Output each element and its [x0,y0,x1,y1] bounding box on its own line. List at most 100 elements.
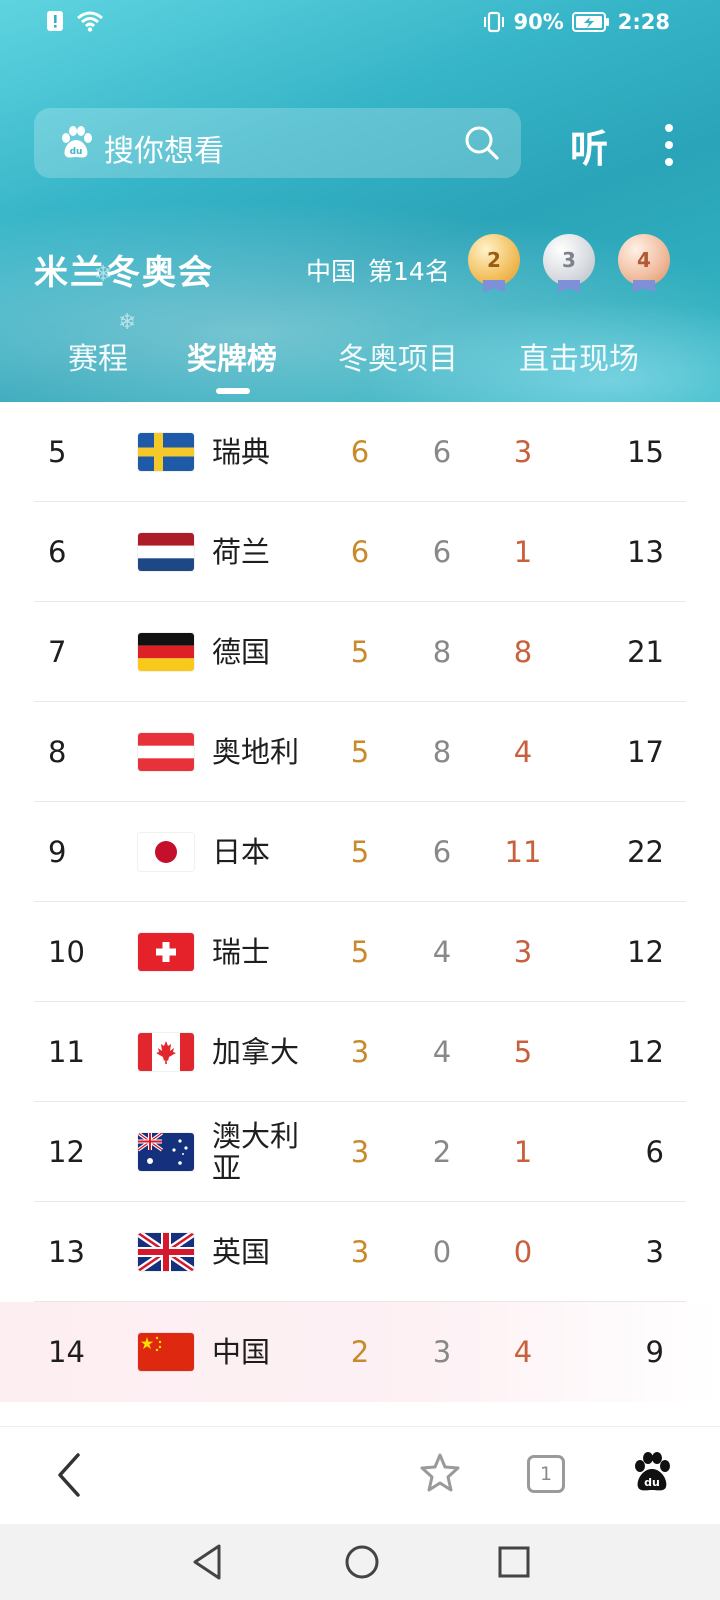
table-row[interactable]: 5 瑞典 6 6 3 15 [0,402,720,502]
medal-table: 5 瑞典 6 6 3 15 6 荷兰 6 6 1 13 7 德国 5 8 8 21 8 奥地利 5 8 4 17 9 日本 5 6 11… [0,402,720,1402]
bronze-count: 0 [513,1235,533,1269]
country-name: 澳大利亚 [212,1119,300,1185]
rank-cell: 8 [48,735,67,769]
bronze-medal-icon: 4 [616,234,672,292]
silver-count: 6 [432,535,452,569]
event-title: 米兰冬奥会 [34,253,214,293]
flag-cell [138,602,194,702]
table-row[interactable]: 9 日本 5 6 11 22 [0,802,720,902]
more-menu-icon[interactable] [665,124,675,175]
tab-schedule[interactable]: 赛程 [68,334,128,378]
gold-count: 5 [350,935,370,969]
rank-cell: 9 [48,835,67,869]
back-icon[interactable] [54,1451,84,1499]
flag-cell [138,902,194,1002]
austria-flag [138,733,194,771]
table-row[interactable]: 7 德国 5 8 8 21 [0,602,720,702]
gold-count: 5 [350,635,370,669]
bronze-count: 4 [513,735,533,769]
gold-count: 6 [350,535,370,569]
gold-count: 5 [350,735,370,769]
flag-cell [138,702,194,802]
country-name: 瑞典 [212,435,271,469]
australia-flag [138,1133,194,1171]
total-count: 6 [645,1135,664,1169]
gold-count: 5 [350,835,370,869]
table-row[interactable]: 10 瑞士 5 4 3 12 [0,902,720,1002]
total-count: 13 [627,535,664,569]
total-count: 15 [627,435,664,469]
bronze-medal-count: 4 [618,234,670,286]
tab-winter-events[interactable]: 冬奥项目 [338,334,458,378]
baidu-paw-icon: du [62,126,92,158]
total-count: 12 [627,935,664,969]
table-row[interactable]: 12 澳大利亚 3 2 1 6 [0,1102,720,1202]
active-tab-indicator [216,388,250,394]
table-row[interactable]: 8 奥地利 5 8 4 17 [0,702,720,802]
country-name: 中国 [212,1335,271,1369]
germany-flag [138,633,194,671]
gold-count: 3 [350,1135,370,1169]
japan-flag [138,833,194,871]
tab-medal-table[interactable]: 奖牌榜 [187,334,277,378]
tabs-count-button[interactable]: 1 [527,1455,565,1493]
svg-text:du: du [70,147,83,157]
silver-medal-icon: 3 [541,234,597,292]
table-row[interactable]: 13 英国 3 0 0 3 [0,1202,720,1302]
tab-bar: 赛程 奖牌榜 冬奥项目 直击现场 [0,328,720,398]
search-placeholder: 搜你想看 [104,134,224,169]
gold-count: 6 [350,435,370,469]
table-row[interactable]: 6 荷兰 6 6 1 13 [0,502,720,602]
flag-cell [138,1302,194,1402]
rank-cell: 14 [48,1335,85,1369]
total-count: 9 [645,1335,664,1369]
baidu-home-icon[interactable]: du [630,1451,674,1495]
silver-count: 4 [432,935,452,969]
total-count: 12 [627,1035,664,1069]
bronze-count: 3 [513,935,533,969]
table-row[interactable]: 11 加拿大 3 4 5 12 [0,1002,720,1102]
gold-count: 3 [350,1235,370,1269]
table-row[interactable]: 14 中国 2 3 4 9 [0,1302,720,1402]
country-name: 日本 [212,835,271,869]
tab-live-scene[interactable]: 直击现场 [519,334,639,378]
listen-button[interactable]: 听 [570,118,608,173]
silver-count: 2 [432,1135,452,1169]
uk-flag [138,1233,194,1271]
svg-text:du: du [644,1476,660,1489]
nav-back-icon[interactable] [189,1542,225,1582]
nav-home-icon[interactable] [343,1542,381,1582]
wifi-icon [77,11,103,32]
rank-position: 第14名 [368,257,450,286]
country-name: 加拿大 [212,1035,300,1069]
rank-cell: 7 [48,635,67,669]
country-name: 瑞士 [212,935,271,969]
sweden-flag [138,433,194,471]
rank-cell: 12 [48,1135,85,1169]
search-input[interactable]: du 搜你想看 [34,108,521,178]
bronze-count: 8 [513,635,533,669]
search-icon[interactable] [463,124,501,162]
clock: 2:28 [617,10,670,34]
silver-medal-count: 3 [543,234,595,286]
china-flag [138,1333,194,1371]
total-count: 3 [645,1235,664,1269]
country-name: 奥地利 [212,735,300,769]
rank-cell: 13 [48,1235,85,1269]
gold-medal-count: 2 [468,234,520,286]
country-name: 德国 [212,635,271,669]
canada-flag [138,1033,194,1071]
rank-cell: 6 [48,535,67,569]
rank-country: 中国 [306,257,357,286]
switzerland-flag [138,933,194,971]
rank-cell: 5 [48,435,67,469]
header: ❄ ❄ 90% 2:28 du 搜你想看 听 米兰冬奥会 中国 第14名 2 3… [0,0,720,402]
flag-cell [138,802,194,902]
flag-cell [138,1102,194,1202]
bottom-toolbar: 1 du [0,1426,720,1525]
favorite-star-icon[interactable] [418,1451,462,1495]
nav-recent-apps-icon[interactable] [496,1544,532,1580]
silver-count: 0 [432,1235,452,1269]
vibrate-icon [483,11,504,33]
gold-count: 2 [350,1335,370,1369]
